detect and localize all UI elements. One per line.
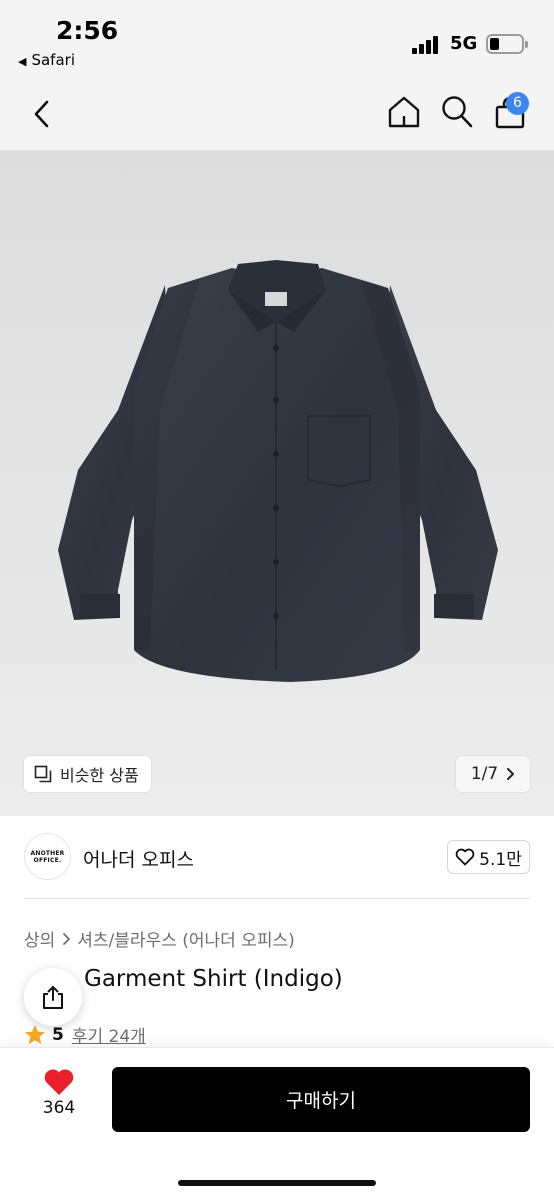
back-triangle-icon: ◀ <box>18 55 27 68</box>
wishlist-button[interactable]: 364 <box>24 1068 94 1132</box>
image-pager-label: 1/7 <box>470 764 499 784</box>
breadcrumb-chevron-icon <box>63 932 71 945</box>
bottom-action-bar: 364 구매하기 <box>0 1048 554 1200</box>
divider <box>24 898 530 899</box>
back-app-label: Safari <box>31 51 75 69</box>
brand-row: ANOTHER OFFICE. 어나더 오피스 5.1만 <box>0 816 554 898</box>
shirt-product-image <box>58 260 498 682</box>
breadcrumb: 상의 셔츠/블라우스 (어나더 오피스) <box>24 926 295 951</box>
status-bar: 2:56 ◀ Safari 5G <box>0 0 554 80</box>
rating-row: 5 후기 24개 <box>24 1022 146 1047</box>
similar-products-button[interactable]: 비슷한 상품 <box>24 756 151 792</box>
star-icon <box>25 1025 45 1044</box>
brand-like-button[interactable]: 5.1만 <box>447 840 530 874</box>
heart-filled-icon <box>44 1069 74 1095</box>
reviews-link[interactable]: 후기 24개 <box>72 1022 146 1047</box>
product-image-gallery[interactable] <box>0 150 554 816</box>
status-time: 2:56 <box>56 16 119 45</box>
share-button[interactable] <box>24 968 82 1026</box>
breadcrumb-category[interactable]: 상의 <box>24 926 55 951</box>
brand-logo-line1: ANOTHER <box>30 849 65 857</box>
brand-logo[interactable]: ANOTHER OFFICE. <box>24 833 71 880</box>
heart-outline-icon <box>455 848 475 866</box>
similar-products-label: 비슷한 상품 <box>60 766 139 785</box>
chevron-right-icon <box>507 768 515 780</box>
breadcrumb-subcategory[interactable]: 셔츠/블라우스 (어나더 오피스) <box>77 926 294 951</box>
cart-count-badge: 6 <box>506 92 529 115</box>
brand-logo-line2: OFFICE. <box>33 856 62 864</box>
signal-strength-icon <box>412 34 442 54</box>
battery-icon <box>486 34 528 54</box>
similar-items-icon <box>34 765 52 783</box>
buy-button[interactable]: 구매하기 <box>112 1067 530 1132</box>
top-navigation <box>0 80 554 150</box>
network-label: 5G <box>450 33 478 54</box>
home-icon[interactable] <box>386 94 422 130</box>
home-indicator <box>178 1180 376 1186</box>
brand-like-count: 5.1만 <box>479 849 522 870</box>
share-icon <box>43 986 63 1009</box>
back-to-app-link[interactable]: ◀ Safari <box>18 51 75 69</box>
search-icon[interactable] <box>440 94 474 130</box>
brand-name[interactable]: 어나더 오피스 <box>83 845 194 872</box>
image-pager-button[interactable]: 1/7 <box>456 756 530 792</box>
rating-value: 5 <box>52 1024 64 1045</box>
chevron-left-icon[interactable] <box>30 98 54 130</box>
wishlist-count: 364 <box>42 1098 76 1118</box>
